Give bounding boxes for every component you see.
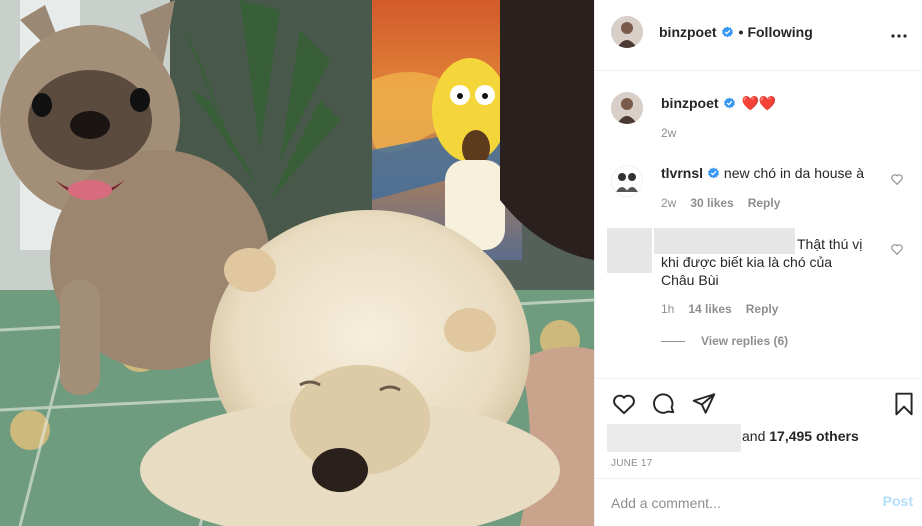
reply-button[interactable]: Reply	[748, 196, 781, 210]
blurred-avatar	[607, 228, 652, 273]
comment-2-line3: Châu Bùi	[661, 272, 719, 288]
author-avatar[interactable]	[611, 16, 643, 48]
verified-badge-icon	[721, 26, 733, 38]
comment-time: 1h	[661, 302, 675, 316]
post-actions: and 17,495 others JUNE 17	[595, 378, 922, 478]
share-paper-plane-icon[interactable]	[691, 391, 717, 417]
likes-summary[interactable]: and 17,495 others	[742, 428, 859, 444]
like-comment-heart-icon[interactable]	[890, 172, 904, 186]
verified-badge-icon	[708, 167, 719, 179]
avatar-image	[612, 166, 642, 196]
avatar-image	[611, 92, 643, 124]
header-user-line: binzpoet • Following	[659, 24, 813, 40]
view-replies-line	[661, 341, 685, 343]
comment-1-meta: 2w 30 likes Reply	[661, 196, 780, 210]
blurred-username	[654, 228, 795, 254]
post-date: JUNE 17	[611, 458, 653, 469]
comment-likes[interactable]: 14 likes	[688, 302, 731, 316]
comment-text: new chó in da house à	[723, 165, 865, 181]
like-comment-heart-icon[interactable]	[890, 242, 904, 256]
likes-prefix: and	[742, 428, 770, 444]
author-username[interactable]: binzpoet	[659, 24, 717, 40]
caption-time: 2w	[661, 126, 677, 140]
add-comment-bar: Post	[595, 478, 922, 526]
caption: binzpoet ❤️❤️	[661, 95, 776, 112]
following-button[interactable]: Following	[747, 24, 812, 40]
comment-likes[interactable]: 30 likes	[690, 196, 733, 210]
comment-bubble-icon[interactable]	[651, 391, 677, 417]
comments-section: binzpoet ❤️❤️ 2w tlvrnsl new chó in da h…	[595, 72, 922, 378]
post-side-panel: binzpoet • Following binzpoet ❤️❤️ 2w tl…	[594, 0, 922, 526]
blurred-likers	[607, 424, 741, 452]
post-header: binzpoet • Following	[595, 0, 922, 71]
comment-input[interactable]	[611, 493, 861, 513]
comment-avatar[interactable]	[611, 165, 643, 197]
caption-text: ❤️❤️	[741, 96, 777, 112]
view-replies-button[interactable]: View replies (6)	[661, 334, 788, 348]
avatar-image	[611, 16, 643, 48]
more-options-icon[interactable]	[887, 24, 911, 48]
comment-1: tlvrnsl new chó in da house à	[661, 164, 864, 182]
caption-username[interactable]: binzpoet	[661, 95, 719, 111]
comment-time: 2w	[661, 196, 677, 210]
comment-2-line2: khi được biết kia là chó của	[661, 254, 833, 270]
comment-username[interactable]: tlvrnsl	[661, 165, 703, 181]
view-replies-label: View replies (6)	[701, 334, 789, 348]
reply-button[interactable]: Reply	[746, 302, 779, 316]
post-photo-illustration	[0, 0, 594, 526]
post-photo[interactable]	[0, 0, 594, 526]
like-heart-icon[interactable]	[611, 391, 637, 417]
save-bookmark-icon[interactable]	[891, 391, 917, 417]
verified-badge-icon	[723, 97, 735, 109]
comment-2-line1: Thật thú vị	[797, 236, 863, 252]
likes-count: 17,495 others	[769, 428, 859, 444]
header-separator: •	[738, 24, 744, 40]
caption-avatar[interactable]	[611, 92, 643, 124]
post-comment-button[interactable]: Post	[883, 493, 913, 509]
comment-2-meta: 1h 14 likes Reply	[661, 302, 778, 316]
